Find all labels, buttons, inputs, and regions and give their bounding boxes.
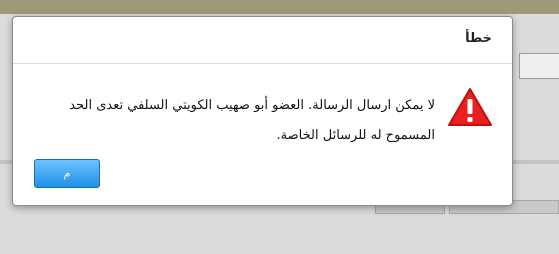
ok-button[interactable]: م	[34, 159, 100, 188]
error-message: لا يمكن ارسال الرسالة. العضو أبو صهيب ال…	[69, 91, 435, 151]
error-message-line: المسموح له للرسائل الخاصة.	[276, 128, 435, 143]
error-dialog: خطأ لا يمكن ارسال الرسالة. العضو أبو صهي…	[12, 16, 513, 206]
error-message-line: لا يمكن ارسال الرسالة. العضو أبو صهيب ال…	[69, 98, 435, 113]
warning-triangle-icon	[448, 88, 492, 126]
background-input	[519, 53, 559, 79]
dialog-header: خطأ	[13, 17, 512, 64]
dialog-title: خطأ	[465, 31, 492, 46]
background-top-bar	[0, 0, 559, 14]
